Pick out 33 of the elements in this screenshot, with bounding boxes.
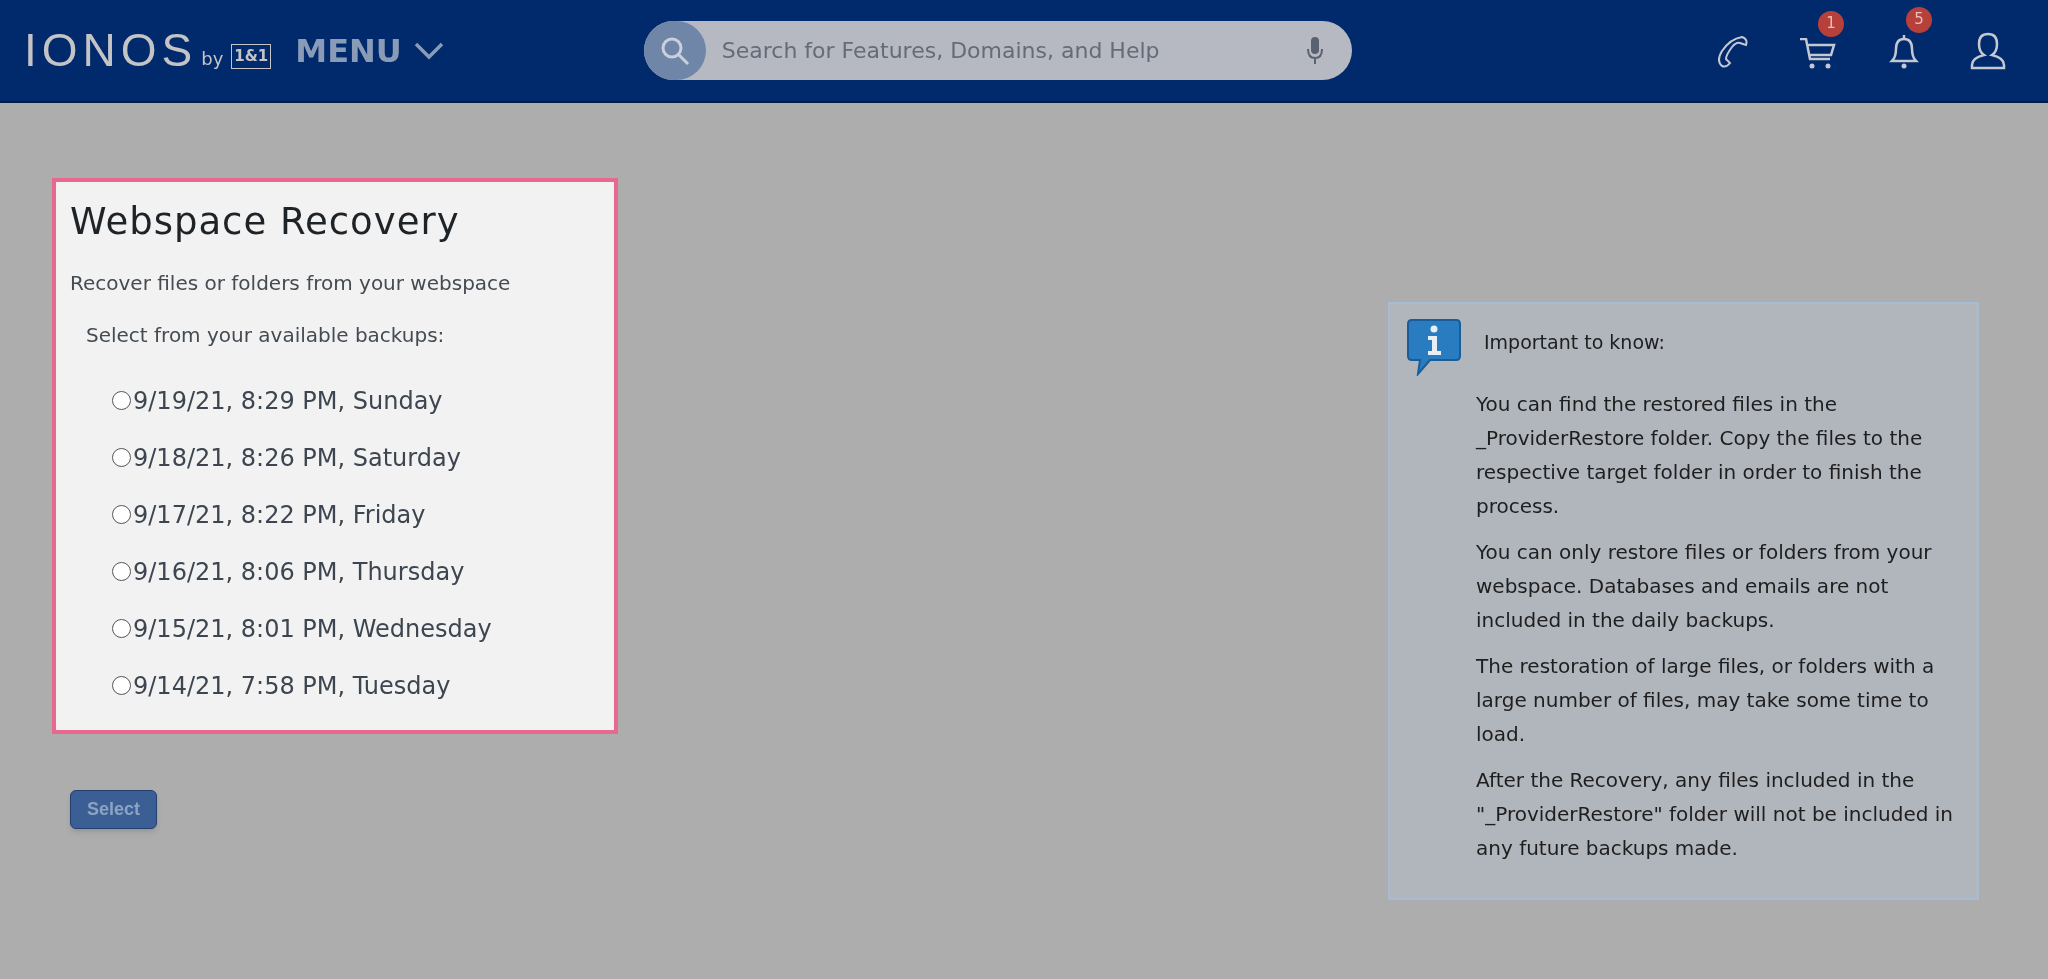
notification-count-badge: 5: [1906, 6, 1932, 33]
logo[interactable]: IONOS: [24, 16, 198, 85]
backup-label[interactable]: 9/17/21, 8:22 PM, Friday: [133, 499, 426, 530]
search-field[interactable]: Search for Features, Domains, and Help: [643, 21, 1352, 80]
backups-prompt: Select from your available backups:: [86, 321, 446, 349]
backup-radio[interactable]: [112, 676, 131, 695]
backup-radio[interactable]: [112, 619, 131, 638]
backup-label[interactable]: 9/14/21, 7:58 PM, Tuesday: [133, 670, 451, 701]
microphone-icon[interactable]: [1305, 35, 1324, 66]
backup-radio[interactable]: [112, 391, 131, 410]
info-title: Important to know:: [1484, 330, 1666, 355]
info-paragraph: You can only restore files or folders from your webspace. Databases and emails are not included in the daily backups.: [1476, 538, 1933, 634]
backup-radio[interactable]: [112, 505, 131, 524]
backup-radio[interactable]: [112, 562, 131, 581]
info-paragraph: The restoration of large files, or folders with a large number of files, may take some time to load.: [1476, 652, 1936, 748]
backup-label[interactable]: 9/15/21, 8:01 PM, Wednesday: [133, 613, 492, 644]
backup-label[interactable]: 9/16/21, 8:06 PM, Thursday: [133, 556, 465, 587]
backup-radio[interactable]: [112, 448, 131, 467]
menu-button[interactable]: MENU: [295, 26, 444, 75]
logo-byline: by: [201, 47, 224, 71]
info-speech-bubble-icon: [1406, 318, 1462, 376]
search-input[interactable]: Search for Features, Domains, and Help: [721, 34, 1306, 67]
cart-count-badge: 1: [1818, 10, 1844, 37]
chevron-down-icon: [413, 41, 444, 60]
panel-subtitle: Recover files or folders from your webspace: [70, 269, 512, 297]
backup-label[interactable]: 9/19/21, 8:29 PM, Sunday: [133, 385, 443, 416]
user-icon[interactable]: [1970, 31, 2006, 70]
backup-label[interactable]: 9/18/21, 8:26 PM, Saturday: [133, 442, 461, 473]
panel-title: Webspace Recovery: [70, 199, 461, 245]
info-paragraph: After the Recovery, any files included in the "_ProviderRestore" folder will not be included in any future backups made.: [1476, 766, 1954, 862]
info-paragraph: You can find the restored files in the _ProviderRestore folder. Copy the files to the respective target folder in order to finish the process.: [1476, 390, 1924, 520]
cart-icon[interactable]: [1798, 37, 1838, 71]
logo-badge: 1&1: [231, 44, 272, 69]
